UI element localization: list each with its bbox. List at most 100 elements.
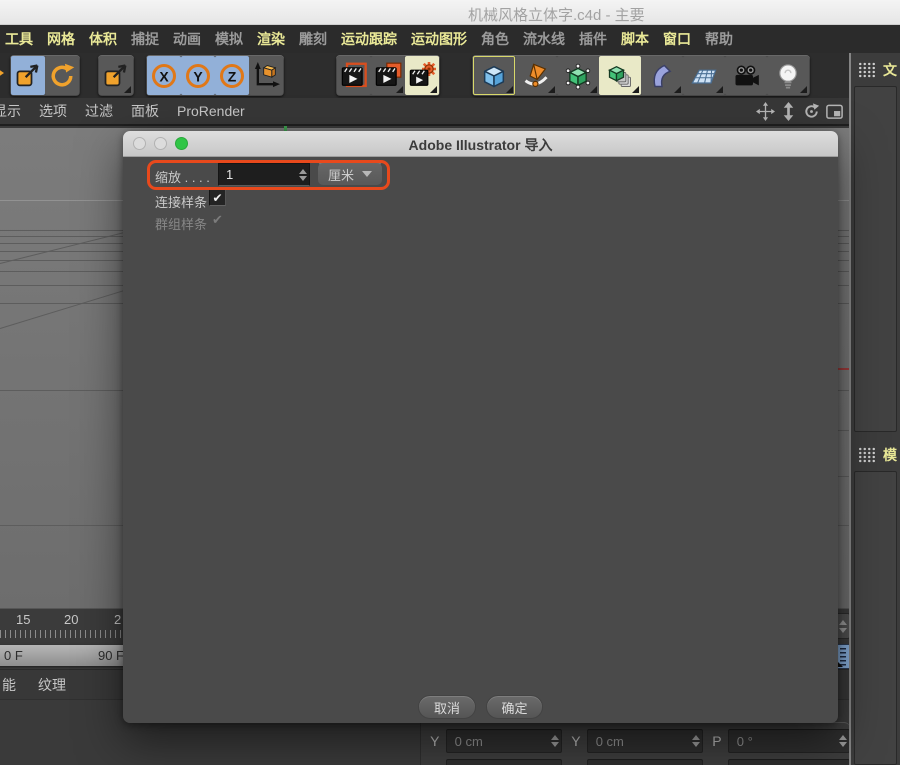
menu-volume[interactable]: 体积	[89, 29, 117, 49]
vmenu-filter[interactable]: 过滤	[85, 101, 113, 121]
array-generator-button[interactable]	[599, 56, 641, 95]
viewport-menubar: 显示 选项 过滤 面板 ProRender	[0, 98, 852, 126]
coord-field-size-y[interactable]: 0 cm	[587, 729, 703, 753]
transform-tool-group	[10, 55, 80, 96]
menu-character[interactable]: 角色	[481, 29, 509, 49]
light-object-button[interactable]	[767, 56, 809, 95]
object-manager-menu[interactable]: 文	[883, 60, 897, 80]
pen-spline-button[interactable]	[515, 56, 557, 95]
attribute-manager-panel[interactable]	[854, 471, 897, 765]
scale-input[interactable]: 1	[218, 163, 310, 186]
drag-grip-icon[interactable]	[858, 447, 876, 463]
viewport-nav-icons	[756, 102, 844, 121]
menu-script[interactable]: 脚本	[621, 29, 649, 49]
y-axis-icon: Y	[184, 62, 212, 90]
menu-mesh[interactable]: 网格	[47, 29, 75, 49]
menu-tools[interactable]: 工具	[5, 29, 33, 49]
z-axis-icon: Z	[218, 62, 246, 90]
vmenu-options[interactable]: 选项	[39, 101, 67, 121]
main-menubar: 工具 网格 体积 捕捉 动画 模拟 渲染 雕刻 运动跟踪 运动图形 角色 流水线…	[0, 25, 900, 53]
menu-mograph[interactable]: 运动图形	[411, 29, 467, 49]
menu-simulate[interactable]: 模拟	[215, 29, 243, 49]
matmenu-texture[interactable]: 纹理	[38, 675, 66, 695]
coordinates-panel: Y 0 cm Y 0 cm P 0 ° Z 0 cm Z	[420, 722, 850, 765]
pan-camera-icon[interactable]	[756, 102, 775, 121]
render-picture-viewer-icon	[374, 62, 402, 90]
last-used-tool-button[interactable]	[99, 56, 133, 95]
rotate-tool-button[interactable]	[45, 56, 79, 95]
bend-deformer-icon	[648, 62, 676, 90]
matmenu-function[interactable]: 能	[2, 675, 16, 695]
spinner-icon[interactable]	[689, 735, 702, 747]
unit-dropdown[interactable]: 厘米	[317, 162, 383, 186]
dialog-titlebar[interactable]: Adobe Illustrator 导入	[123, 131, 838, 157]
coord-field-rot-p[interactable]: 0 °	[728, 729, 850, 753]
cancel-button[interactable]: 取消	[418, 695, 476, 719]
render-picture-viewer-button[interactable]	[371, 56, 405, 95]
vmenu-display[interactable]: 显示	[0, 101, 21, 121]
right-dock: 文 模	[851, 53, 900, 765]
array-generator-icon	[606, 62, 634, 90]
menu-snap[interactable]: 捕捉	[131, 29, 159, 49]
lock-y-axis-button[interactable]: Y	[181, 56, 215, 95]
subdivision-surface-button[interactable]	[557, 56, 599, 95]
menu-plugins[interactable]: 插件	[579, 29, 607, 49]
menu-motion-tracker[interactable]: 运动跟踪	[341, 29, 397, 49]
attribute-manager-menu[interactable]: 模	[883, 445, 897, 465]
bend-deformer-button[interactable]	[641, 56, 683, 95]
coord-field-pos-y[interactable]: 0 cm	[446, 729, 562, 753]
coord-label: Y	[429, 733, 441, 749]
rotate-camera-icon[interactable]	[802, 102, 821, 121]
group-splines-label: 群组样条	[155, 214, 207, 233]
menu-window[interactable]: 窗口	[663, 29, 691, 49]
group-splines-checkbox	[209, 211, 226, 228]
vmenu-panel[interactable]: 面板	[131, 101, 159, 121]
connect-splines-label: 连接样条	[155, 192, 207, 211]
lock-x-axis-button[interactable]: X	[147, 56, 181, 95]
add-cube-button[interactable]	[473, 56, 515, 95]
scale-tool-button[interactable]	[11, 56, 45, 95]
cinema4d-window: 机械风格立体字.c4d - 主要 工具 网格 体积 捕捉 动画 模拟 渲染 雕刻…	[0, 0, 900, 765]
spinner-icon[interactable]	[836, 735, 849, 747]
toggle-view-icon[interactable]	[825, 102, 844, 121]
floor-object-button[interactable]	[683, 56, 725, 95]
object-manager-header[interactable]: 文	[851, 53, 900, 86]
lock-z-axis-button[interactable]: Z	[215, 56, 249, 95]
menu-render[interactable]: 渲染	[257, 29, 285, 49]
ruler-number: 2	[114, 612, 121, 627]
spinner-icon[interactable]	[548, 735, 561, 747]
attribute-manager-header[interactable]: 模	[851, 438, 900, 471]
x-axis-icon: X	[150, 62, 178, 90]
last-used-tool-icon	[102, 62, 130, 90]
menu-pipeline[interactable]: 流水线	[523, 29, 565, 49]
ruler-number: 15	[16, 612, 30, 627]
ok-button[interactable]: 确定	[486, 695, 543, 719]
window-titlebar[interactable]: 机械风格立体字.c4d - 主要	[0, 0, 900, 25]
light-bulb-icon	[774, 62, 802, 90]
frame-spinner[interactable]	[836, 613, 850, 639]
menu-sculpt[interactable]: 雕刻	[299, 29, 327, 49]
drag-grip-icon[interactable]	[858, 62, 876, 78]
coord-label: P	[711, 733, 723, 749]
object-manager-panel[interactable]	[854, 86, 897, 432]
zoom-camera-icon[interactable]	[779, 102, 798, 121]
connect-splines-checkbox[interactable]	[209, 189, 226, 206]
menu-help[interactable]: 帮助	[705, 29, 733, 49]
cube-icon	[480, 62, 508, 90]
menu-animate[interactable]: 动画	[173, 29, 201, 49]
floor-icon	[690, 62, 718, 90]
camera-object-button[interactable]	[725, 56, 767, 95]
vmenu-prorender[interactable]: ProRender	[177, 103, 245, 119]
coord-field-size-z[interactable]: 0 cm	[587, 759, 703, 765]
coordinate-system-button[interactable]	[249, 56, 283, 95]
render-view-button[interactable]	[337, 56, 371, 95]
scale-tool-icon	[14, 62, 42, 90]
coord-field-pos-z[interactable]: 0 cm	[446, 759, 562, 765]
axis-lock-group: X Y Z	[146, 55, 284, 96]
render-view-icon	[340, 62, 368, 90]
spinner-icon[interactable]	[296, 169, 309, 181]
render-settings-button[interactable]	[405, 56, 439, 95]
coord-field-rot-b[interactable]: 0 °	[728, 759, 850, 765]
coord-label: Y	[570, 733, 582, 749]
preview-range-bar[interactable]: 0 F 90 F	[0, 645, 133, 666]
